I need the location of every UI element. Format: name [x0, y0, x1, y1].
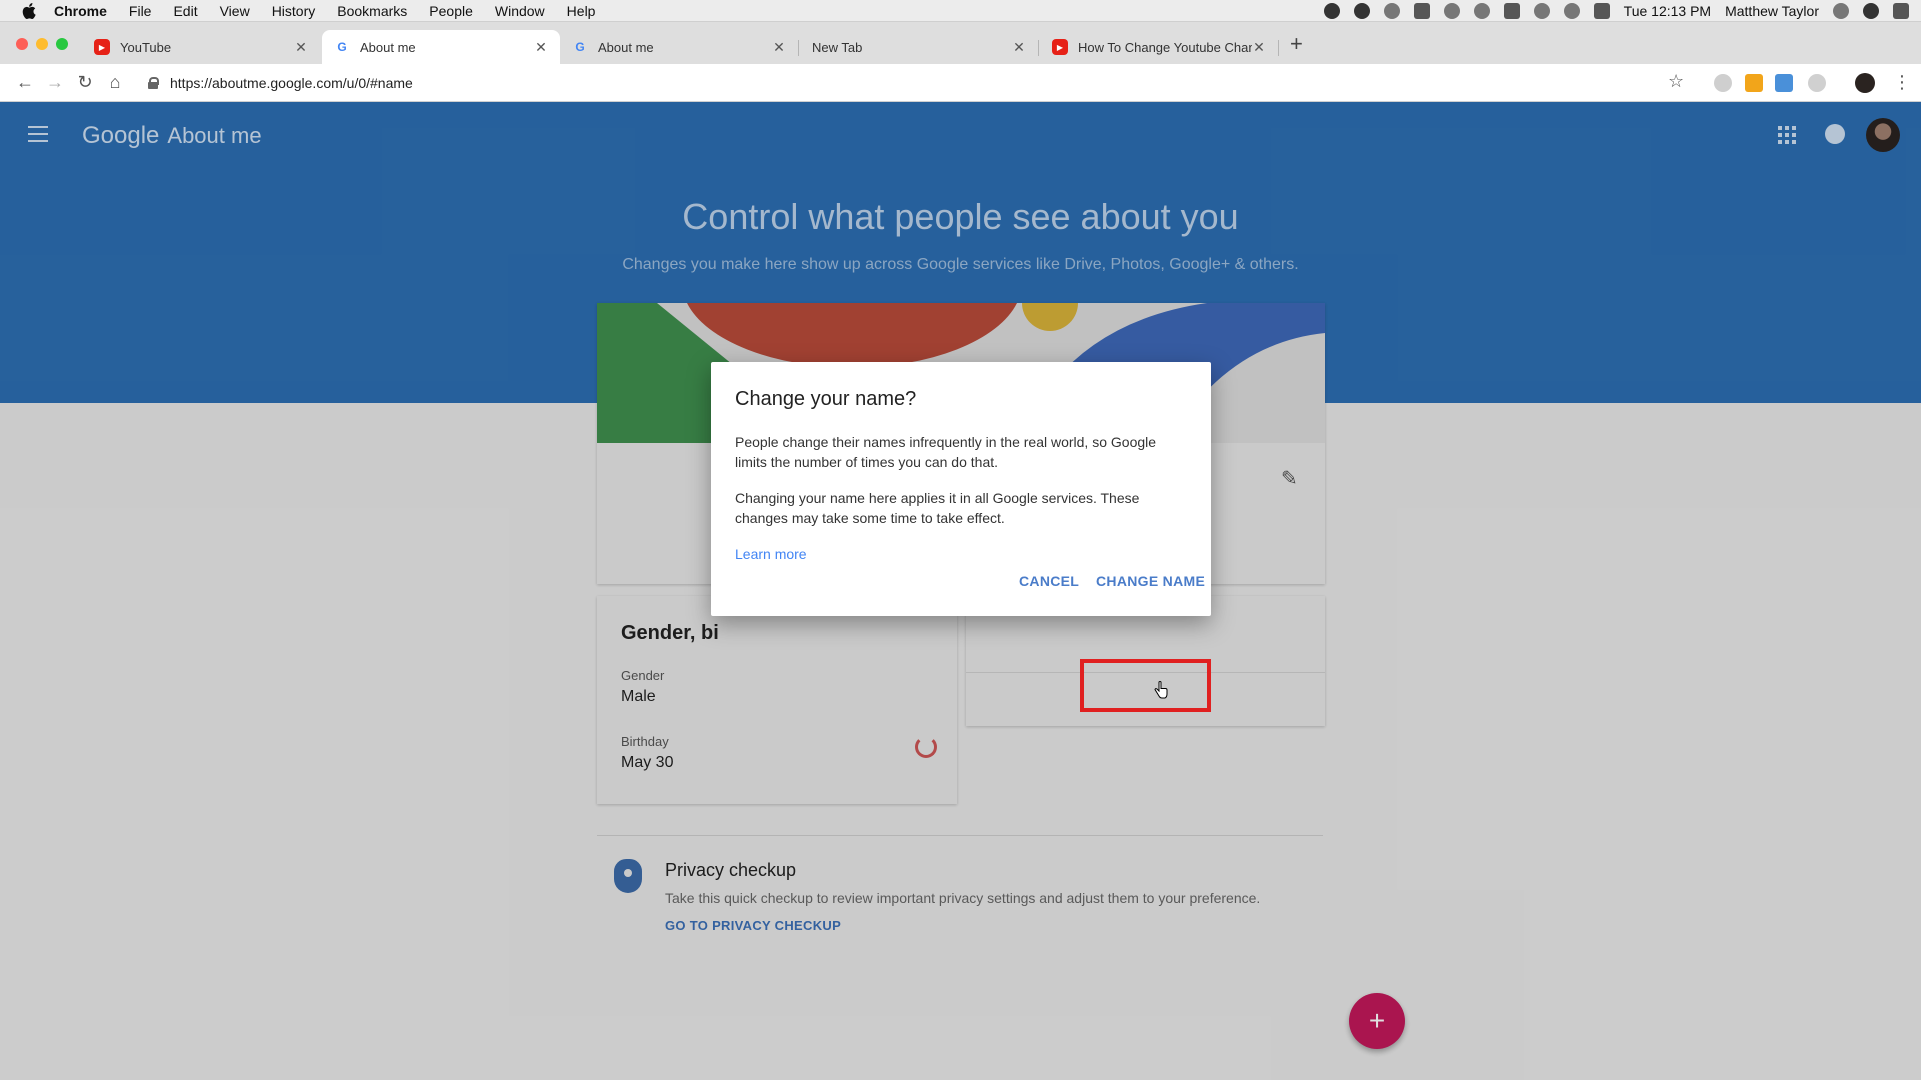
cancel-button[interactable]: CANCEL	[1019, 573, 1079, 589]
browser-toolbar: ← → ↻ ⌂ https://aboutme.google.com/u/0/#…	[0, 64, 1921, 102]
status-mail-icon[interactable]	[1383, 3, 1400, 19]
siri-icon[interactable]	[1863, 3, 1879, 19]
dialog-body-2: Changing your name here applies it in al…	[735, 490, 1140, 526]
time-machine-icon[interactable]	[1443, 3, 1460, 19]
reload-icon[interactable]: ↻	[70, 68, 100, 98]
tab-separator	[1278, 40, 1279, 56]
tab-separator	[1038, 40, 1039, 56]
tab-separator	[798, 40, 799, 56]
google-icon: G	[337, 40, 347, 54]
tab-close-icon[interactable]: ✕	[772, 39, 786, 56]
status-cloud-icon[interactable]	[1353, 3, 1370, 19]
menu-bookmarks[interactable]: Bookmarks	[337, 3, 407, 19]
url-text[interactable]: https://aboutme.google.com/u/0/#name	[170, 75, 413, 91]
tab-about-me-active[interactable]: G About me ✕	[322, 30, 560, 64]
code-icon[interactable]	[1533, 3, 1550, 19]
tab-title: New Tab	[812, 39, 863, 55]
address-bar[interactable]: https://aboutme.google.com/u/0/#name	[148, 70, 1688, 96]
window-close-button[interactable]	[16, 38, 28, 50]
new-tab-plus-icon[interactable]: +	[1290, 33, 1303, 55]
tab-new-tab[interactable]: New Tab ✕	[800, 30, 1038, 64]
extension-icon[interactable]	[1808, 74, 1826, 92]
menu-help[interactable]: Help	[567, 3, 596, 19]
back-arrow-icon[interactable]: ←	[10, 68, 40, 98]
flag-icon[interactable]	[1593, 3, 1610, 19]
tab-title: About me	[360, 39, 416, 55]
dialog-title: Change your name?	[735, 388, 917, 410]
menu-app-name[interactable]: Chrome	[54, 3, 107, 19]
tab-close-icon[interactable]: ✕	[1252, 39, 1266, 56]
profile-avatar-icon[interactable]	[1855, 73, 1875, 93]
extension-iq-icon[interactable]	[1775, 74, 1793, 92]
lock-icon	[148, 77, 159, 89]
change-name-dialog: Change your name? People change their na…	[711, 362, 1211, 616]
wifi-icon[interactable]	[1563, 3, 1580, 19]
change-name-button[interactable]: CHANGE NAME	[1096, 573, 1205, 589]
forward-arrow-icon[interactable]: →	[40, 68, 70, 98]
tab-how-to-change-youtube[interactable]: ▶ How To Change Youtube Chan ✕	[1040, 30, 1278, 64]
tab-close-icon[interactable]: ✕	[1012, 39, 1026, 56]
tab-title: About me	[598, 39, 654, 55]
menu-view[interactable]: View	[220, 3, 250, 19]
tab-title: How To Change Youtube Chan	[1078, 39, 1252, 55]
dialog-body-1: People change their names infrequently i…	[735, 434, 1157, 470]
youtube-icon: ▶	[94, 39, 110, 55]
apple-icon[interactable]	[20, 2, 38, 20]
window-zoom-button[interactable]	[56, 38, 68, 50]
notification-center-icon[interactable]	[1893, 3, 1909, 19]
status-drive-icon[interactable]	[1413, 3, 1430, 19]
tab-title: YouTube	[120, 39, 172, 55]
extension-icon[interactable]	[1745, 74, 1763, 92]
extension-icon[interactable]	[1714, 74, 1732, 92]
browser-tab-strip: ▶ YouTube ✕ G About me ✕ G About me ✕ Ne…	[0, 22, 1921, 64]
spotlight-icon[interactable]	[1833, 3, 1849, 19]
menu-edit[interactable]: Edit	[173, 3, 197, 19]
google-icon: G	[575, 40, 585, 54]
learn-more-link[interactable]: Learn more	[735, 546, 807, 562]
menu-file[interactable]: File	[129, 3, 152, 19]
menu-people[interactable]: People	[429, 3, 473, 19]
tab-youtube[interactable]: ▶ YouTube ✕	[82, 30, 320, 64]
battery-icon[interactable]	[1503, 3, 1520, 19]
home-icon[interactable]: ⌂	[100, 68, 130, 98]
menu-history[interactable]: History	[272, 3, 316, 19]
status-app-icon[interactable]	[1323, 3, 1340, 19]
menubar-user[interactable]: Matthew Taylor	[1725, 3, 1819, 19]
bluetooth-icon[interactable]	[1473, 3, 1490, 19]
chrome-menu-icon[interactable]: ⋮	[1893, 72, 1911, 93]
youtube-icon: ▶	[1052, 39, 1068, 55]
annotation-highlight-box	[1080, 659, 1211, 712]
hand-cursor-icon	[1154, 681, 1168, 699]
macos-menu-bar: Chrome File Edit View History Bookmarks …	[0, 0, 1921, 22]
bookmark-star-icon[interactable]: ☆	[1668, 71, 1684, 92]
window-minimize-button[interactable]	[36, 38, 48, 50]
tab-about-me[interactable]: G About me ✕	[560, 30, 798, 64]
menu-window[interactable]: Window	[495, 3, 545, 19]
tab-close-icon[interactable]: ✕	[534, 39, 548, 56]
tab-close-icon[interactable]: ✕	[294, 39, 308, 56]
menubar-clock[interactable]: Tue 12:13 PM	[1624, 3, 1711, 19]
